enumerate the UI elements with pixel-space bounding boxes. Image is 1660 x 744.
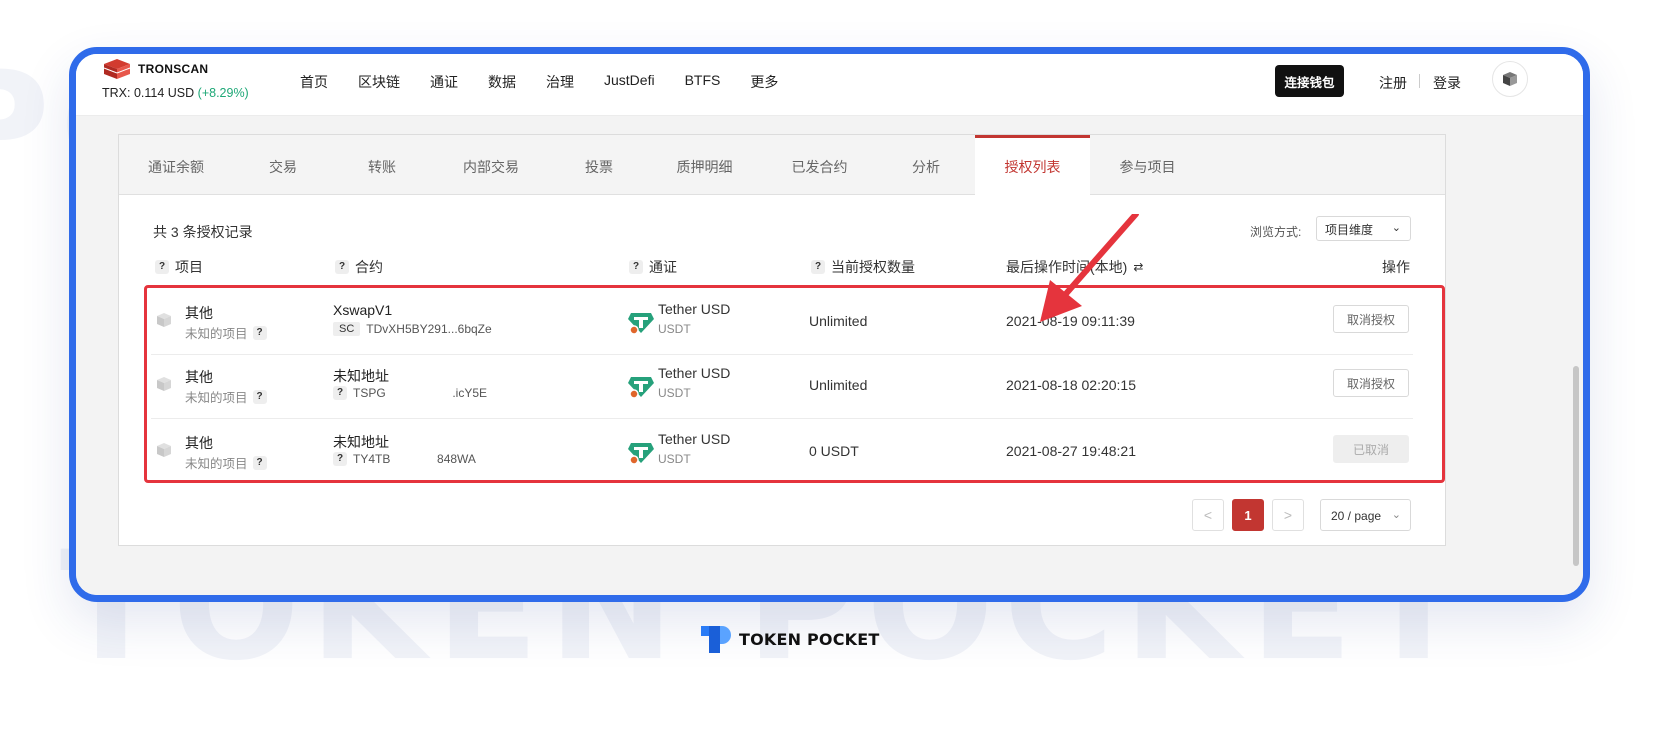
screenshot-frame: TRONSCAN TRX: 0.114 USD (+8.29%) 首页 区块链 … [69,47,1590,602]
logo-text: TRONSCAN [138,62,209,76]
connect-wallet-button[interactable]: 连接钱包 [1275,65,1344,97]
view-mode-select[interactable]: 项目维度 ⌄ [1316,216,1411,241]
tronscan-logo-icon [103,59,131,79]
chevron-down-icon: ⌄ [1391,222,1401,234]
trx-price: TRX: 0.114 USD (+8.29%) [102,86,249,100]
brand-text: TOKEN POCKET [739,629,880,649]
help-icon[interactable]: ? [629,260,643,274]
highlight-box [144,285,1445,483]
header-contract: ? 合约 [335,257,383,277]
nav-tokens[interactable]: 通证 [430,72,458,92]
header-token: ? 通证 [629,257,677,277]
page-size-select[interactable]: 20 / page ⌄ [1320,499,1411,531]
address-detail-panel: 通证余额 交易 转账 内部交易 投票 质押明细 已发合约 分析 授权列表 参与项… [118,134,1446,546]
help-icon[interactable]: ? [155,260,169,274]
view-mode-value: 项目维度 [1325,223,1374,237]
page-1-button[interactable]: 1 [1232,499,1264,531]
next-page-button[interactable]: > [1272,499,1304,531]
help-icon[interactable]: ? [811,260,825,274]
nav-justdefi[interactable]: JustDefi [604,72,655,92]
tab-bar: 通证余额 交易 转账 内部交易 投票 质押明细 已发合约 分析 授权列表 参与项… [119,135,1445,196]
trx-price-label: TRX: 0.114 USD [102,86,195,100]
register-link[interactable]: 注册 [1379,73,1407,93]
nav-more[interactable]: 更多 [750,72,778,92]
tab-contracts[interactable]: 已发合约 [762,135,877,195]
header-project: ? 项目 [155,257,203,277]
help-icon[interactable]: ? [335,260,349,274]
header-amount-label: 当前授权数量 [831,259,915,275]
tab-transfers[interactable]: 转账 [333,135,431,195]
nav-data[interactable]: 数据 [488,72,516,92]
tokenpocket-logo-icon [701,626,731,653]
cube-icon [1503,72,1517,86]
nav-divider [1419,74,1420,88]
tab-votes[interactable]: 投票 [551,135,647,195]
tronscan-logo[interactable]: TRONSCAN [102,58,208,80]
prev-page-button[interactable]: < [1192,499,1224,531]
tab-staking[interactable]: 质押明细 [647,135,762,195]
view-mode-label: 浏览方式: [1250,225,1302,239]
main-nav: 首页 区块链 通证 数据 治理 JustDefi BTFS 更多 [300,72,808,92]
top-navbar: TRONSCAN TRX: 0.114 USD (+8.29%) 首页 区块链 … [76,54,1583,116]
tokenpocket-brand: TOKEN POCKET [701,624,880,654]
tab-analysis[interactable]: 分析 [877,135,975,195]
nav-btfs[interactable]: BTFS [685,72,721,92]
header-token-label: 通证 [649,259,677,275]
page-size-value: 20 / page [1331,509,1382,523]
tab-token-balance[interactable]: 通证余额 [119,135,233,195]
trx-price-change: (+8.29%) [197,86,249,100]
tab-approvals[interactable]: 授权列表 [975,135,1090,196]
header-action-label: 操作 [1382,259,1410,275]
annotation-arrow [1040,214,1139,322]
chevron-down-icon: ⌄ [1391,509,1401,521]
tab-transactions[interactable]: 交易 [233,135,333,195]
account-avatar-button[interactable] [1492,61,1528,97]
header-project-label: 项目 [175,259,203,275]
header-contract-label: 合约 [355,259,383,275]
scrollbar[interactable] [1573,366,1579,566]
approval-count: 共 3 条授权记录 [153,224,253,240]
tab-internal-tx[interactable]: 内部交易 [431,135,551,195]
tab-projects[interactable]: 参与项目 [1090,135,1205,195]
header-action: 操作 [1382,257,1410,277]
nav-blockchain[interactable]: 区块链 [358,72,400,92]
nav-home[interactable]: 首页 [300,72,328,92]
header-amount: ? 当前授权数量 [811,257,915,277]
login-link[interactable]: 登录 [1433,73,1461,93]
nav-governance[interactable]: 治理 [546,72,574,92]
